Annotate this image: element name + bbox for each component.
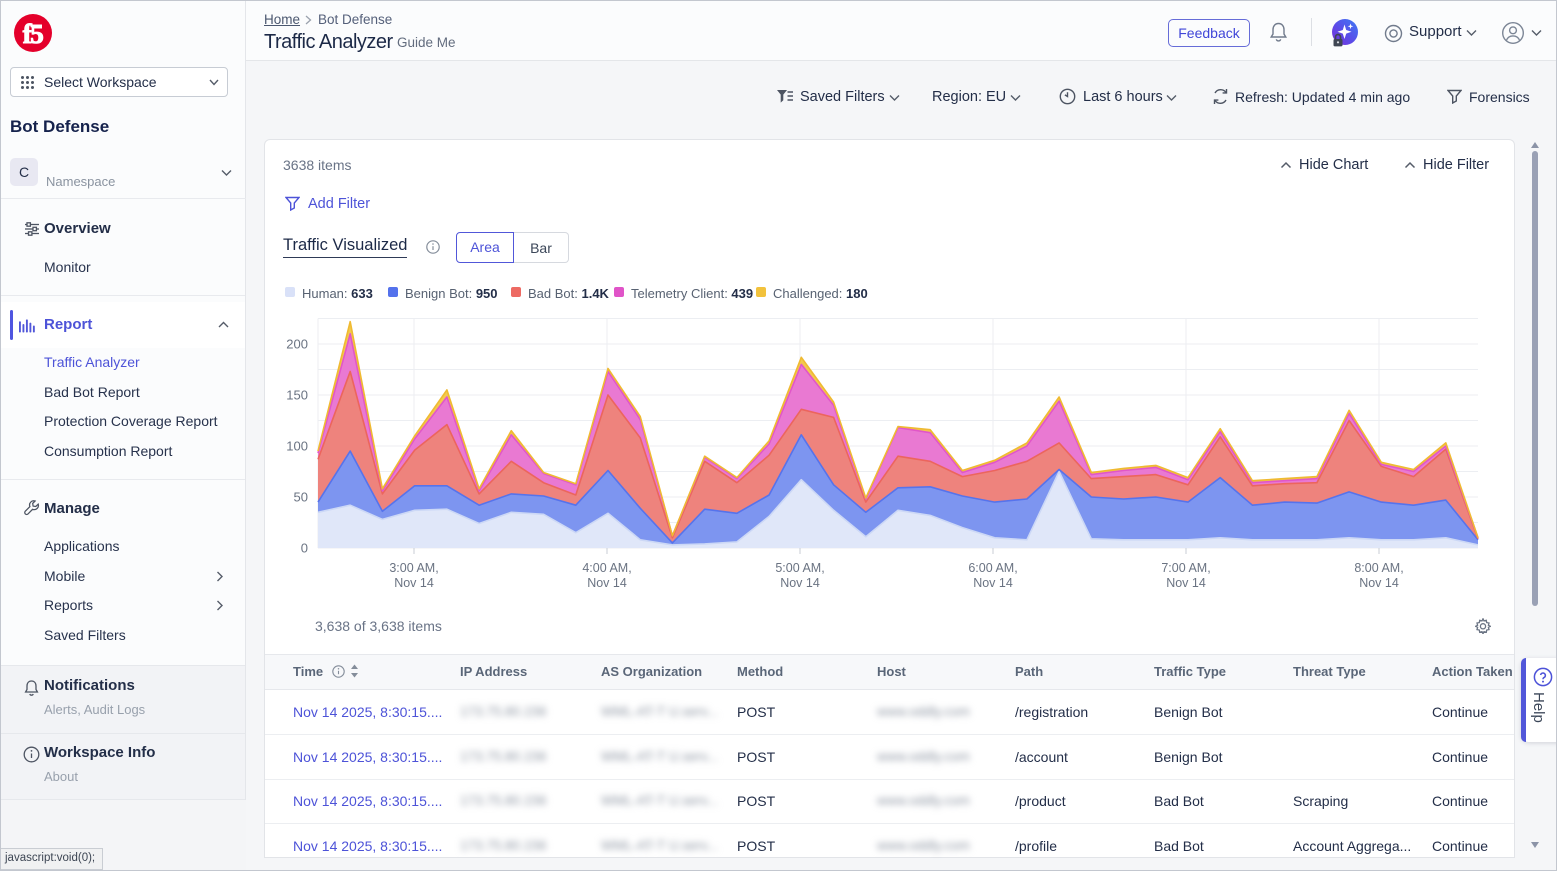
svg-text:100: 100 <box>286 439 308 454</box>
svg-text:3:00 AM,: 3:00 AM, <box>389 561 438 575</box>
svg-text:Nov 14: Nov 14 <box>780 576 820 590</box>
svg-text:6:00 AM,: 6:00 AM, <box>968 561 1017 575</box>
svg-text:Nov 14: Nov 14 <box>1166 576 1206 590</box>
svg-text:7:00 AM,: 7:00 AM, <box>1161 561 1210 575</box>
svg-text:5:00 AM,: 5:00 AM, <box>775 561 824 575</box>
svg-text:150: 150 <box>286 388 308 403</box>
svg-text:0: 0 <box>301 541 308 556</box>
svg-text:Nov 14: Nov 14 <box>587 576 627 590</box>
svg-text:Nov 14: Nov 14 <box>394 576 434 590</box>
svg-text:50: 50 <box>294 490 308 505</box>
svg-text:4:00 AM,: 4:00 AM, <box>582 561 631 575</box>
svg-text:Nov 14: Nov 14 <box>1359 576 1399 590</box>
svg-text:Nov 14: Nov 14 <box>973 576 1013 590</box>
svg-text:f5: f5 <box>23 19 43 49</box>
svg-text:200: 200 <box>286 337 308 352</box>
svg-text:8:00 AM,: 8:00 AM, <box>1354 561 1403 575</box>
